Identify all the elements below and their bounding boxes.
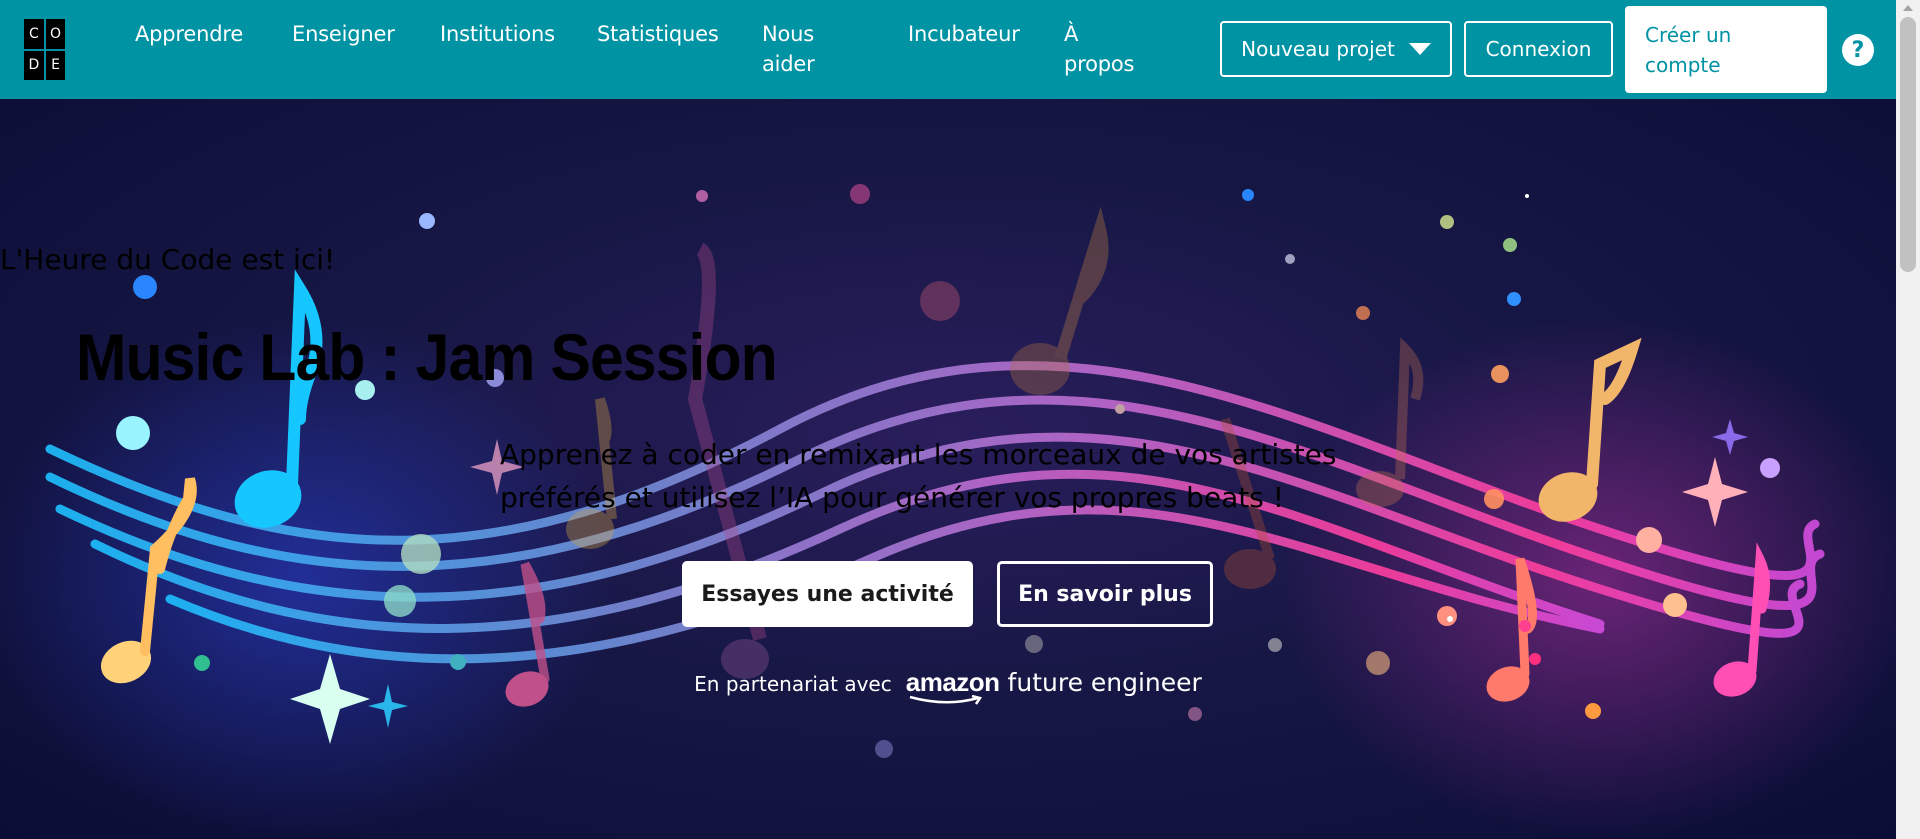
right-glow [1280, 319, 1896, 839]
nav-item-institutions[interactable]: Institutions [440, 19, 555, 49]
hero-subtitle: Apprenez à coder en remixant les morceau… [500, 438, 1337, 514]
partner-credit: En partenariat avec amazon future engine… [0, 667, 1896, 705]
logo-letter-d: D [24, 50, 44, 80]
partner-brand: amazon [905, 667, 1000, 697]
hero-title: Music Lab : Jam Session [75, 320, 778, 394]
nav-item-apprendre[interactable]: Apprendre [135, 19, 243, 49]
login-button[interactable]: Connexion [1464, 21, 1613, 77]
hero-kicker: L'Heure du Code est ici! [0, 243, 336, 276]
question-mark-icon[interactable]: ? [1842, 34, 1874, 66]
scroll-thumb[interactable] [1900, 17, 1916, 272]
site-header: C O D E Apprendre Enseigner Institutions… [0, 0, 1896, 99]
learn-more-button[interactable]: En savoir plus [997, 561, 1213, 627]
nav-item-nous-aider[interactable]: Nous aider [762, 19, 852, 79]
nav-item-a-propos[interactable]: À propos [1064, 19, 1144, 79]
hero-banner: L'Heure du Code est ici! Music Lab : Jam… [0, 99, 1896, 839]
scroll-up-arrow-icon[interactable] [1903, 5, 1913, 11]
nav-item-enseigner[interactable]: Enseigner [292, 19, 395, 49]
logo-letter-o: O [45, 19, 66, 49]
create-account-button[interactable]: Créer un compte [1625, 6, 1827, 93]
partner-label: En partenariat avec [694, 672, 892, 696]
try-activity-button[interactable]: Essayes une activité [682, 561, 973, 627]
logo-letter-e: E [45, 50, 66, 80]
nav-item-statistiques[interactable]: Statistiques [597, 19, 719, 49]
partner-program: future engineer [1007, 668, 1202, 697]
logo-spacer [67, 50, 87, 80]
page-scrollbar[interactable] [1896, 0, 1920, 839]
logo-letter-c: C [24, 19, 44, 49]
nav-item-incubateur[interactable]: Incubateur [908, 19, 1020, 49]
new-project-label: Nouveau projet [1241, 37, 1395, 61]
amazon-smile-icon [909, 695, 982, 705]
amazon-future-engineer-logo[interactable]: amazon future engineer [905, 667, 1202, 705]
code-org-logo[interactable]: C O D E [24, 19, 87, 80]
new-project-dropdown[interactable]: Nouveau projet [1220, 21, 1452, 77]
logo-spacer [67, 19, 87, 49]
caret-down-icon [1408, 43, 1431, 55]
